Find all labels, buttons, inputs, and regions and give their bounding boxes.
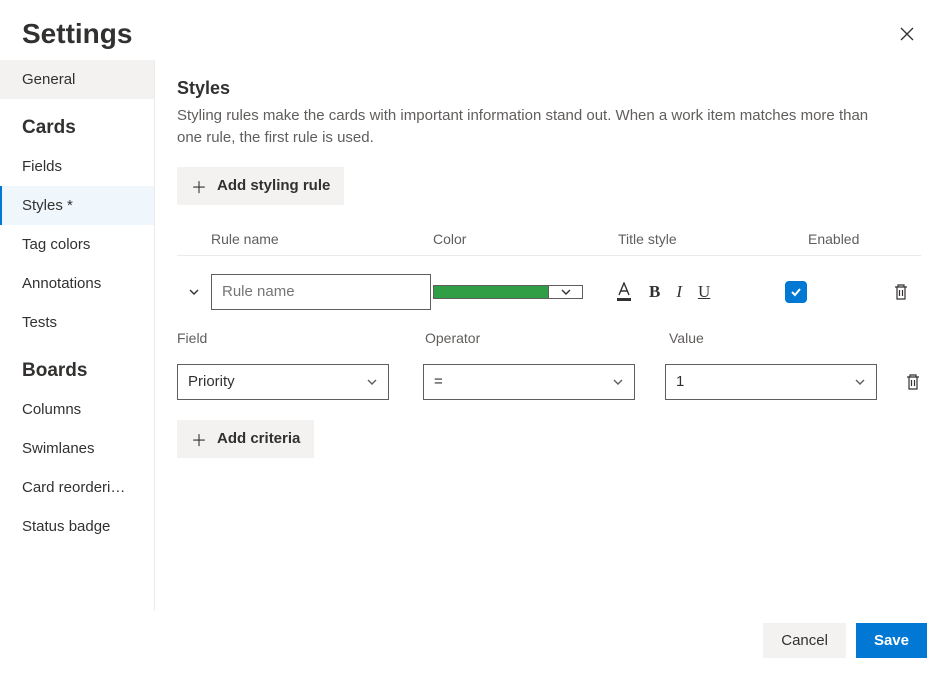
page-title: Settings <box>22 18 132 50</box>
criteria-row: Priority = 1 <box>177 364 921 400</box>
save-button[interactable]: Save <box>856 623 927 658</box>
section-description: Styling rules make the cards with import… <box>177 105 897 149</box>
col-title-style: Title style <box>618 231 808 247</box>
col-rule-name: Rule name <box>211 231 433 247</box>
main-panel: Styles Styling rules make the cards with… <box>155 60 949 611</box>
sidebar-item-status-badge[interactable]: Status badge <box>0 507 154 546</box>
sidebar-item-card-reordering[interactable]: Card reorderi… <box>0 468 154 507</box>
sidebar-group-cards: Cards <box>0 99 154 147</box>
sidebar-item-columns[interactable]: Columns <box>0 390 154 429</box>
trash-icon <box>905 373 921 391</box>
enabled-checkbox[interactable] <box>785 281 807 303</box>
sidebar: General Cards Fields Styles * Tag colors… <box>0 60 155 611</box>
sidebar-group-boards: Boards <box>0 342 154 390</box>
color-swatch[interactable] <box>433 285 549 299</box>
check-icon <box>789 285 803 299</box>
rule-name-input[interactable] <box>211 274 431 310</box>
sidebar-item-fields[interactable]: Fields <box>0 147 154 186</box>
field-dropdown[interactable]: Priority <box>177 364 389 400</box>
add-criteria-label: Add criteria <box>217 430 300 447</box>
underline-button[interactable]: U <box>698 282 710 302</box>
field-value: Priority <box>188 373 235 390</box>
col-color: Color <box>433 231 618 247</box>
add-criteria-button[interactable]: ＋ Add criteria <box>177 420 314 458</box>
rule-row: B I U <box>177 256 921 324</box>
col-value: Value <box>669 330 921 346</box>
expand-toggle[interactable] <box>177 286 211 298</box>
sidebar-item-tests[interactable]: Tests <box>0 303 154 342</box>
col-operator: Operator <box>425 330 669 346</box>
criteria-header-row: Field Operator Value <box>177 330 921 346</box>
sidebar-item-general[interactable]: General <box>0 60 154 99</box>
font-color-icon <box>615 282 633 302</box>
add-styling-rule-button[interactable]: ＋ Add styling rule <box>177 167 344 205</box>
value-dropdown[interactable]: 1 <box>665 364 877 400</box>
chevron-down-icon <box>854 376 866 388</box>
sidebar-item-annotations[interactable]: Annotations <box>0 264 154 303</box>
add-styling-rule-label: Add styling rule <box>217 177 330 194</box>
close-icon <box>899 26 915 42</box>
close-button[interactable] <box>893 20 921 48</box>
sidebar-item-styles[interactable]: Styles * <box>0 186 154 225</box>
delete-criteria-button[interactable] <box>905 373 921 391</box>
chevron-down-icon <box>560 286 572 298</box>
footer: Cancel Save <box>0 611 949 674</box>
cancel-button[interactable]: Cancel <box>763 623 846 658</box>
delete-rule-button[interactable] <box>881 283 921 301</box>
bold-button[interactable]: B <box>649 282 660 302</box>
sidebar-item-tag-colors[interactable]: Tag colors <box>0 225 154 264</box>
color-dropdown[interactable] <box>549 285 583 299</box>
trash-icon <box>893 283 909 301</box>
chevron-down-icon <box>366 376 378 388</box>
chevron-down-icon <box>612 376 624 388</box>
rule-header-row: Rule name Color Title style Enabled <box>177 231 921 256</box>
operator-value: = <box>434 373 443 390</box>
font-color-button[interactable] <box>615 282 633 302</box>
operator-dropdown[interactable]: = <box>423 364 635 400</box>
plus-icon: ＋ <box>191 427 207 451</box>
section-heading: Styles <box>177 78 921 99</box>
italic-button[interactable]: I <box>676 282 682 302</box>
col-enabled: Enabled <box>808 231 881 247</box>
value-value: 1 <box>676 373 684 390</box>
chevron-down-icon <box>188 286 200 298</box>
plus-icon: ＋ <box>191 174 207 198</box>
col-field: Field <box>177 330 425 346</box>
sidebar-item-swimlanes[interactable]: Swimlanes <box>0 429 154 468</box>
